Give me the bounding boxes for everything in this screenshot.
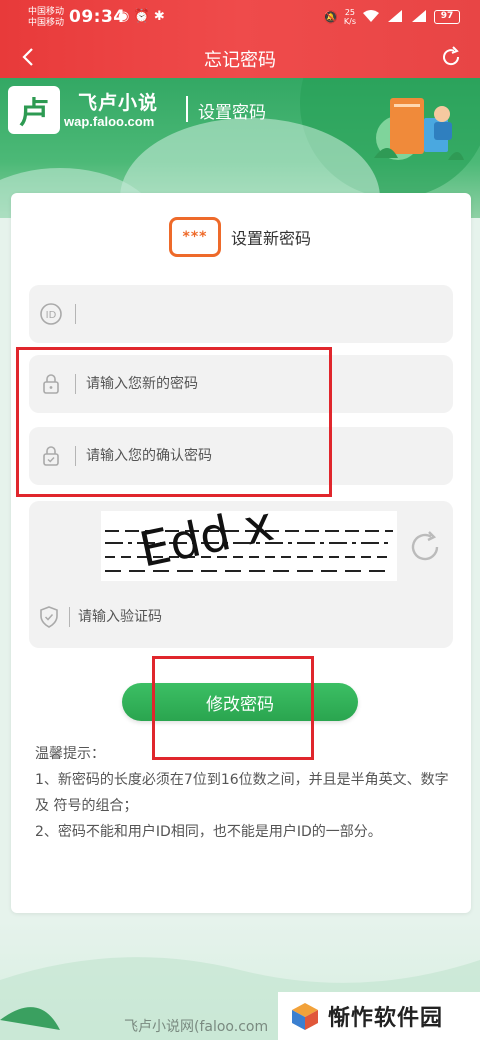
- captcha-refresh-button[interactable]: [407, 529, 443, 565]
- site-logo: 卢: [8, 86, 60, 134]
- watermark-logo-icon: [292, 1003, 318, 1030]
- new-password-field: [29, 355, 453, 413]
- lock-icon: [43, 374, 59, 394]
- reset-password-card: *** 设置新密码 ID Edd x 请输入验证码 修改密码 温馨提示： 1、新…: [11, 193, 471, 913]
- svg-text:ID: ID: [46, 310, 57, 321]
- signal-icon-2: [410, 9, 428, 26]
- shield-check-icon: [40, 606, 58, 628]
- refresh-button[interactable]: [438, 44, 464, 70]
- field-separator: [75, 446, 76, 466]
- site-name: 飞卢小说: [78, 92, 159, 114]
- carrier-info: 中国移动 中国移动: [28, 7, 64, 29]
- captcha-text: Edd x: [135, 511, 279, 579]
- user-id-field: ID: [29, 285, 453, 343]
- mute-icon: 🔕: [322, 10, 338, 24]
- captcha-input-row: [29, 597, 453, 637]
- tips-title: 温馨提示：: [35, 746, 105, 762]
- net-speed-unit: K/s: [343, 17, 356, 26]
- top-bar: 中国移动 中国移动 09:34 ◉ ⏰ ✱ 🔕 25 K/s 97 忘记密码: [0, 0, 480, 78]
- signal-icon: [386, 9, 404, 26]
- tip-1: 1、新密码的长度必须在7位到16位数之间，并且是半角英文、数字及 符号的组合；: [35, 772, 449, 814]
- captcha-field: Edd x: [29, 501, 453, 648]
- wifi-icon: [362, 9, 380, 26]
- tips-section: 温馨提示： 1、新密码的长度必须在7位到16位数之间，并且是半角英文、数字及 符…: [35, 741, 455, 845]
- card-header: *** 设置新密码: [169, 217, 311, 257]
- field-separator: [75, 304, 76, 324]
- new-password-input[interactable]: [86, 355, 453, 413]
- header-divider: [186, 96, 188, 122]
- refresh-icon: [443, 46, 460, 66]
- logo-char: 卢: [19, 96, 49, 131]
- change-password-button[interactable]: 修改密码: [122, 683, 358, 721]
- carrier-1: 中国移动: [28, 7, 65, 17]
- battery-indicator: 97: [434, 10, 460, 24]
- captcha-input[interactable]: [78, 597, 453, 637]
- captcha-image[interactable]: Edd x: [101, 511, 397, 581]
- id-icon: ID: [40, 303, 62, 325]
- field-separator: [75, 374, 76, 394]
- lock-check-icon: [43, 446, 59, 466]
- alarm-icon: ⏰: [133, 9, 150, 24]
- watermark: 惭怍软件园: [278, 992, 480, 1040]
- header-subtitle: 设置密码: [198, 103, 266, 123]
- confirm-password-input[interactable]: [86, 427, 453, 485]
- books-illustration-icon: [374, 98, 464, 160]
- user-id-input[interactable]: [86, 285, 453, 343]
- watermark-text: 惭怍软件园: [328, 1006, 444, 1031]
- page-title: 忘记密码: [204, 50, 276, 71]
- password-icon-text: ***: [182, 229, 208, 245]
- status-icons-right: 🔕 25 K/s 97: [323, 8, 460, 26]
- field-separator: [69, 607, 70, 627]
- confirm-password-field: [29, 427, 453, 485]
- tip-2: 2、密码不能和用户ID相同，也不能是用户ID的一部分。: [35, 824, 382, 840]
- refresh-icon: [411, 531, 439, 561]
- footer-text: 飞卢小说网(faloo.com: [124, 1019, 269, 1035]
- card-title: 设置新密码: [231, 229, 312, 248]
- eye-icon: ◉: [118, 9, 130, 24]
- net-speed-value: 25: [344, 8, 356, 17]
- nav-bar: 忘记密码: [0, 36, 480, 78]
- status-icons-left: ◉ ⏰ ✱: [118, 9, 165, 24]
- password-icon: ***: [169, 217, 221, 257]
- site-url: wap.faloo.com: [64, 114, 155, 129]
- net-speed: 25 K/s: [344, 8, 356, 26]
- bluetooth-icon: ✱: [153, 9, 165, 24]
- status-bar: 中国移动 中国移动 09:34 ◉ ⏰ ✱ 🔕 25 K/s 97: [0, 0, 480, 36]
- carrier-2: 中国移动: [28, 18, 65, 28]
